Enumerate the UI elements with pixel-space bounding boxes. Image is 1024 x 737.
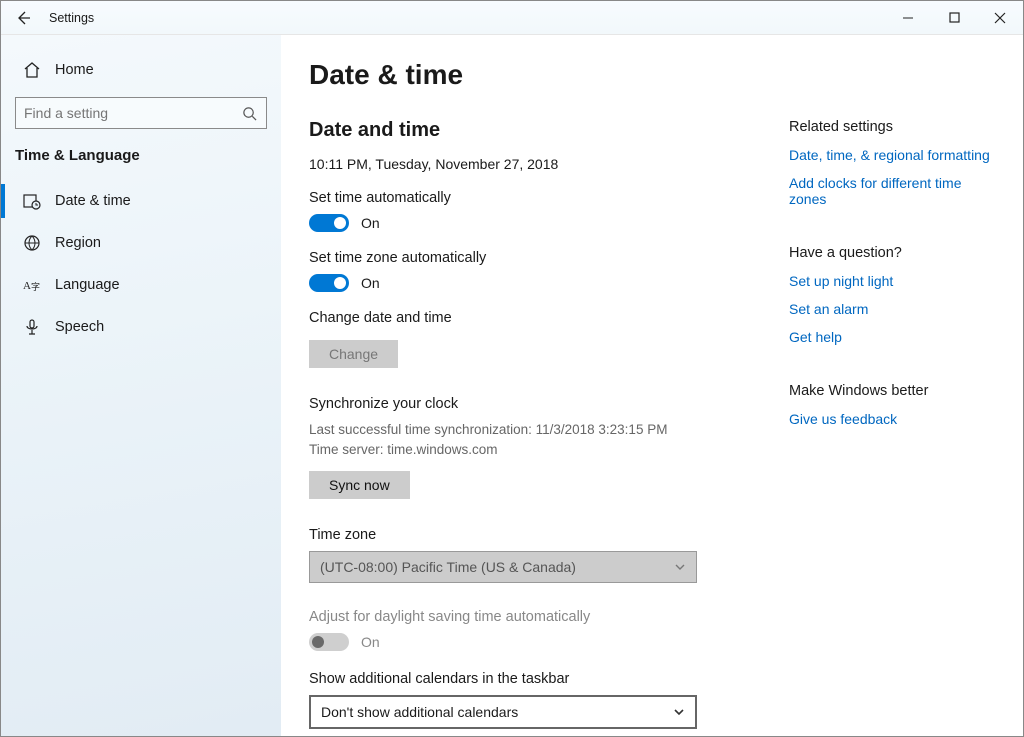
link-feedback[interactable]: Give us feedback (789, 411, 995, 427)
link-set-alarm[interactable]: Set an alarm (789, 301, 995, 317)
content-area: Date & time Date and time 10:11 PM, Tues… (281, 35, 1023, 736)
sync-last-text: Last successful time synchronization: 11… (309, 420, 749, 440)
home-icon (23, 61, 41, 79)
question-heading: Have a question? (789, 245, 995, 261)
toggle-set-tz-auto[interactable] (309, 274, 349, 292)
svg-text:字: 字 (31, 281, 40, 292)
maximize-button[interactable] (931, 1, 977, 34)
label-dst: Adjust for daylight saving time automati… (309, 609, 749, 625)
sidebar: Home Time & Language Date & time (1, 35, 281, 736)
microphone-icon (23, 318, 41, 336)
toggle-state: On (361, 275, 380, 291)
related-settings-heading: Related settings (789, 119, 995, 135)
globe-icon (23, 234, 41, 252)
side-column: Related settings Date, time, & regional … (789, 59, 995, 712)
maximize-icon (949, 12, 960, 23)
better-heading: Make Windows better (789, 383, 995, 399)
nav-label: Speech (55, 319, 104, 335)
change-button: Change (309, 340, 398, 368)
language-icon: A字 (23, 276, 41, 294)
nav-speech[interactable]: Speech (1, 306, 281, 348)
toggle-set-time-auto[interactable] (309, 214, 349, 232)
nav-region[interactable]: Region (1, 222, 281, 264)
timezone-select: (UTC-08:00) Pacific Time (US & Canada) (309, 551, 697, 583)
back-button[interactable] (1, 1, 45, 34)
window-title: Settings (45, 11, 94, 25)
toggle-dst (309, 633, 349, 651)
chevron-down-icon (673, 706, 685, 718)
label-timezone: Time zone (309, 527, 749, 543)
additional-calendars-select[interactable]: Don't show additional calendars (309, 695, 697, 729)
section-heading-datetime: Date and time (309, 119, 749, 142)
toggle-state: On (361, 215, 380, 231)
back-arrow-icon (15, 10, 31, 26)
main-column: Date & time Date and time 10:11 PM, Tues… (309, 59, 749, 712)
link-add-clocks[interactable]: Add clocks for different time zones (789, 175, 995, 207)
close-icon (994, 12, 1006, 24)
nav-language[interactable]: A字 Language (1, 264, 281, 306)
sync-now-button[interactable]: Sync now (309, 471, 410, 499)
page-title: Date & time (309, 59, 749, 91)
timezone-value: (UTC-08:00) Pacific Time (US & Canada) (320, 559, 576, 575)
search-icon (240, 106, 258, 121)
close-button[interactable] (977, 1, 1023, 34)
settings-window: Settings Home (0, 0, 1024, 737)
label-set-time-auto: Set time automatically (309, 190, 749, 206)
nav-label: Language (55, 277, 120, 293)
titlebar: Settings (1, 1, 1023, 35)
nav-list: Date & time Region A字 Language (1, 180, 281, 348)
nav-date-time[interactable]: Date & time (1, 180, 281, 222)
toggle-state: On (361, 634, 380, 650)
sync-server-text: Time server: time.windows.com (309, 440, 749, 460)
nav-label: Date & time (55, 193, 131, 209)
link-regional-formatting[interactable]: Date, time, & regional formatting (789, 147, 995, 163)
additional-calendars-value: Don't show additional calendars (321, 704, 518, 720)
nav-label: Region (55, 235, 101, 251)
label-change-dt: Change date and time (309, 310, 749, 326)
clock-calendar-icon (23, 192, 41, 210)
minimize-icon (902, 12, 914, 24)
home-label: Home (55, 62, 94, 78)
link-get-help[interactable]: Get help (789, 329, 995, 345)
search-input[interactable] (24, 105, 240, 121)
chevron-down-icon (674, 561, 686, 573)
label-addcal: Show additional calendars in the taskbar (309, 671, 749, 687)
current-datetime: 10:11 PM, Tuesday, November 27, 2018 (309, 156, 749, 172)
label-sync: Synchronize your clock (309, 396, 749, 412)
home-nav[interactable]: Home (1, 55, 281, 97)
svg-text:A: A (23, 280, 31, 292)
label-set-tz-auto: Set time zone automatically (309, 250, 749, 266)
minimize-button[interactable] (885, 1, 931, 34)
category-heading: Time & Language (1, 147, 281, 180)
search-box[interactable] (15, 97, 267, 129)
link-night-light[interactable]: Set up night light (789, 273, 995, 289)
